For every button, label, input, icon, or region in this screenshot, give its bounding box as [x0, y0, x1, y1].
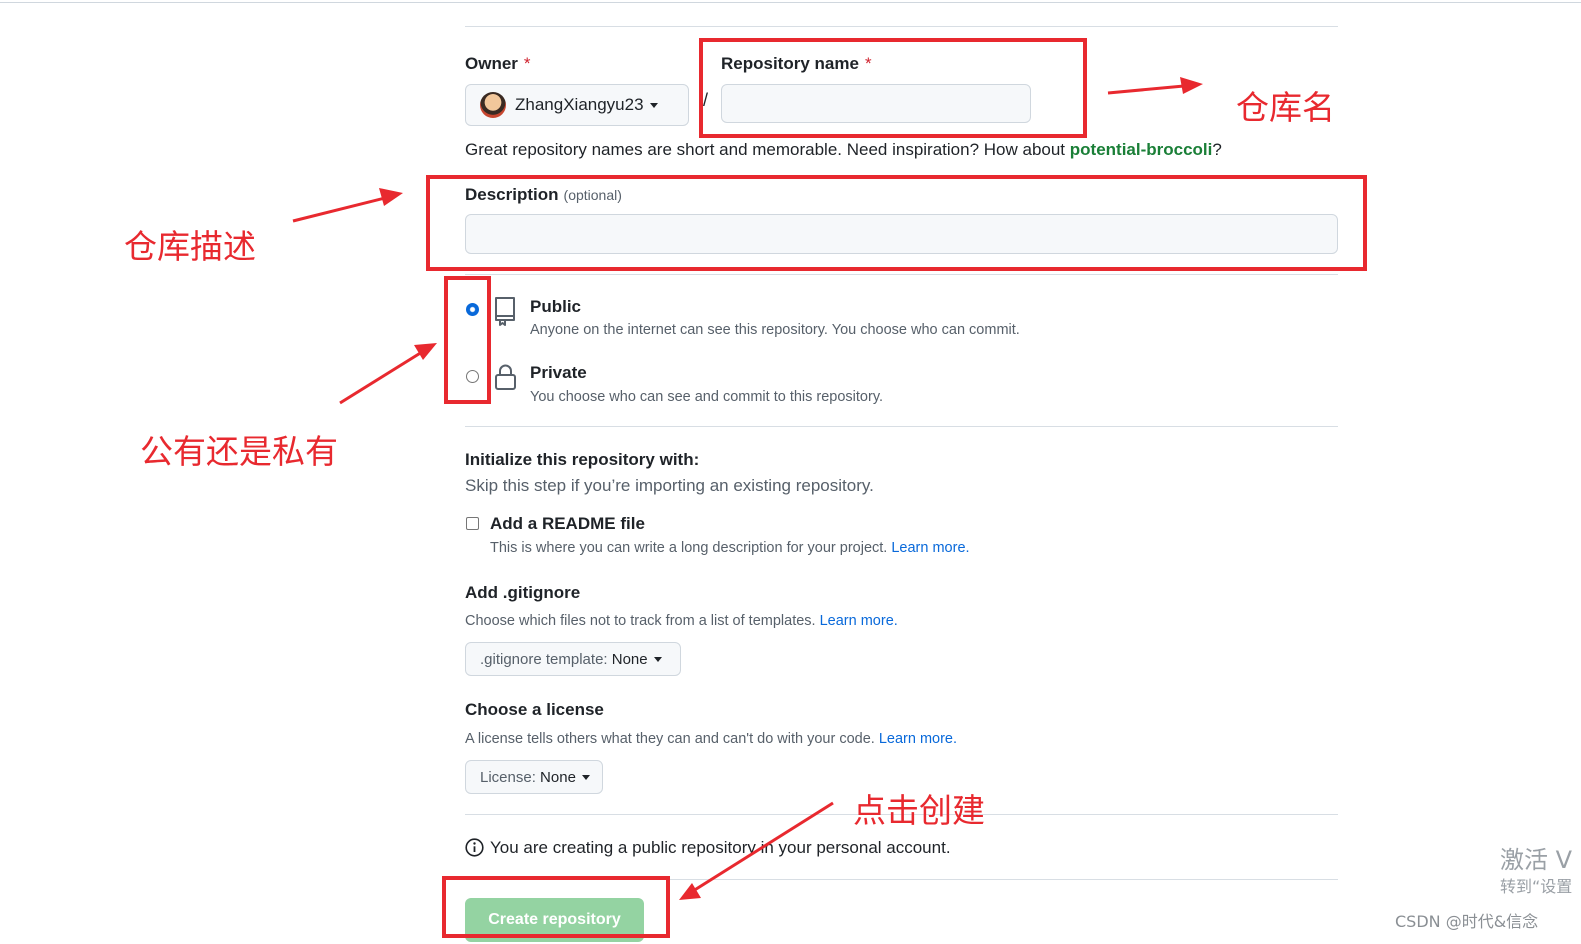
annotation-create: 点击创建: [853, 791, 985, 830]
annotation-repo-name: 仓库名: [1236, 88, 1335, 127]
windows-activation-subtext: 转到“设置: [1500, 877, 1573, 896]
annotation-visibility: 公有还是私有: [140, 432, 338, 471]
windows-activation-watermark: 激活 V: [1500, 846, 1573, 874]
annotation-description: 仓库描述: [124, 227, 256, 266]
csdn-watermark: CSDN @时代&信念: [1395, 912, 1539, 931]
